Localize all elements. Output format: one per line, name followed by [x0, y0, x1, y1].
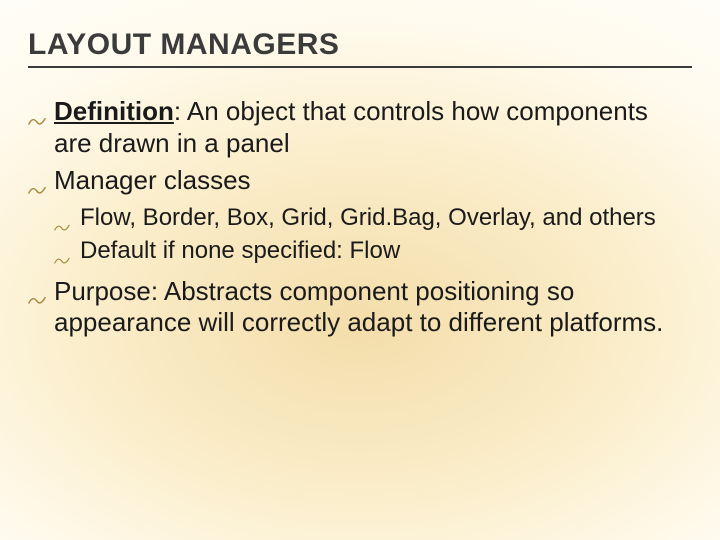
- flourish-icon: [54, 211, 70, 223]
- manager-classes-lead: Manager classes: [54, 165, 251, 195]
- bullet-purpose: Purpose: Abstracts component positioning…: [28, 276, 692, 339]
- purpose-text: Purpose: Abstracts component positioning…: [54, 276, 663, 338]
- bullet-definition: Definition: An object that controls how …: [28, 96, 692, 159]
- bullet-manager-classes: Manager classes Flow, Border, Box, Grid,…: [28, 165, 692, 265]
- sub-bullet-flow-list: Flow, Border, Box, Grid, Grid.Bag, Overl…: [54, 203, 692, 232]
- flourish-icon: [54, 244, 70, 256]
- sub-bullet-default: Default if none specified: Flow: [54, 236, 692, 265]
- sub-flow-text: Flow, Border, Box, Grid, Grid.Bag, Overl…: [80, 204, 656, 231]
- slide-body: Definition: An object that controls how …: [0, 68, 720, 339]
- slide-title: LAYOUT MANAGERS: [28, 28, 692, 68]
- bullet-list: Definition: An object that controls how …: [28, 96, 692, 339]
- definition-lead: Definition: [54, 96, 174, 126]
- slide: LAYOUT MANAGERS Definition: An object th…: [0, 0, 720, 540]
- flourish-icon: [28, 283, 46, 297]
- sub-bullet-list: Flow, Border, Box, Grid, Grid.Bag, Overl…: [54, 203, 692, 266]
- sub-default-text: Default if none specified: Flow: [80, 237, 400, 264]
- flourish-icon: [28, 103, 46, 117]
- flourish-icon: [28, 173, 46, 187]
- title-block: LAYOUT MANAGERS: [0, 0, 720, 68]
